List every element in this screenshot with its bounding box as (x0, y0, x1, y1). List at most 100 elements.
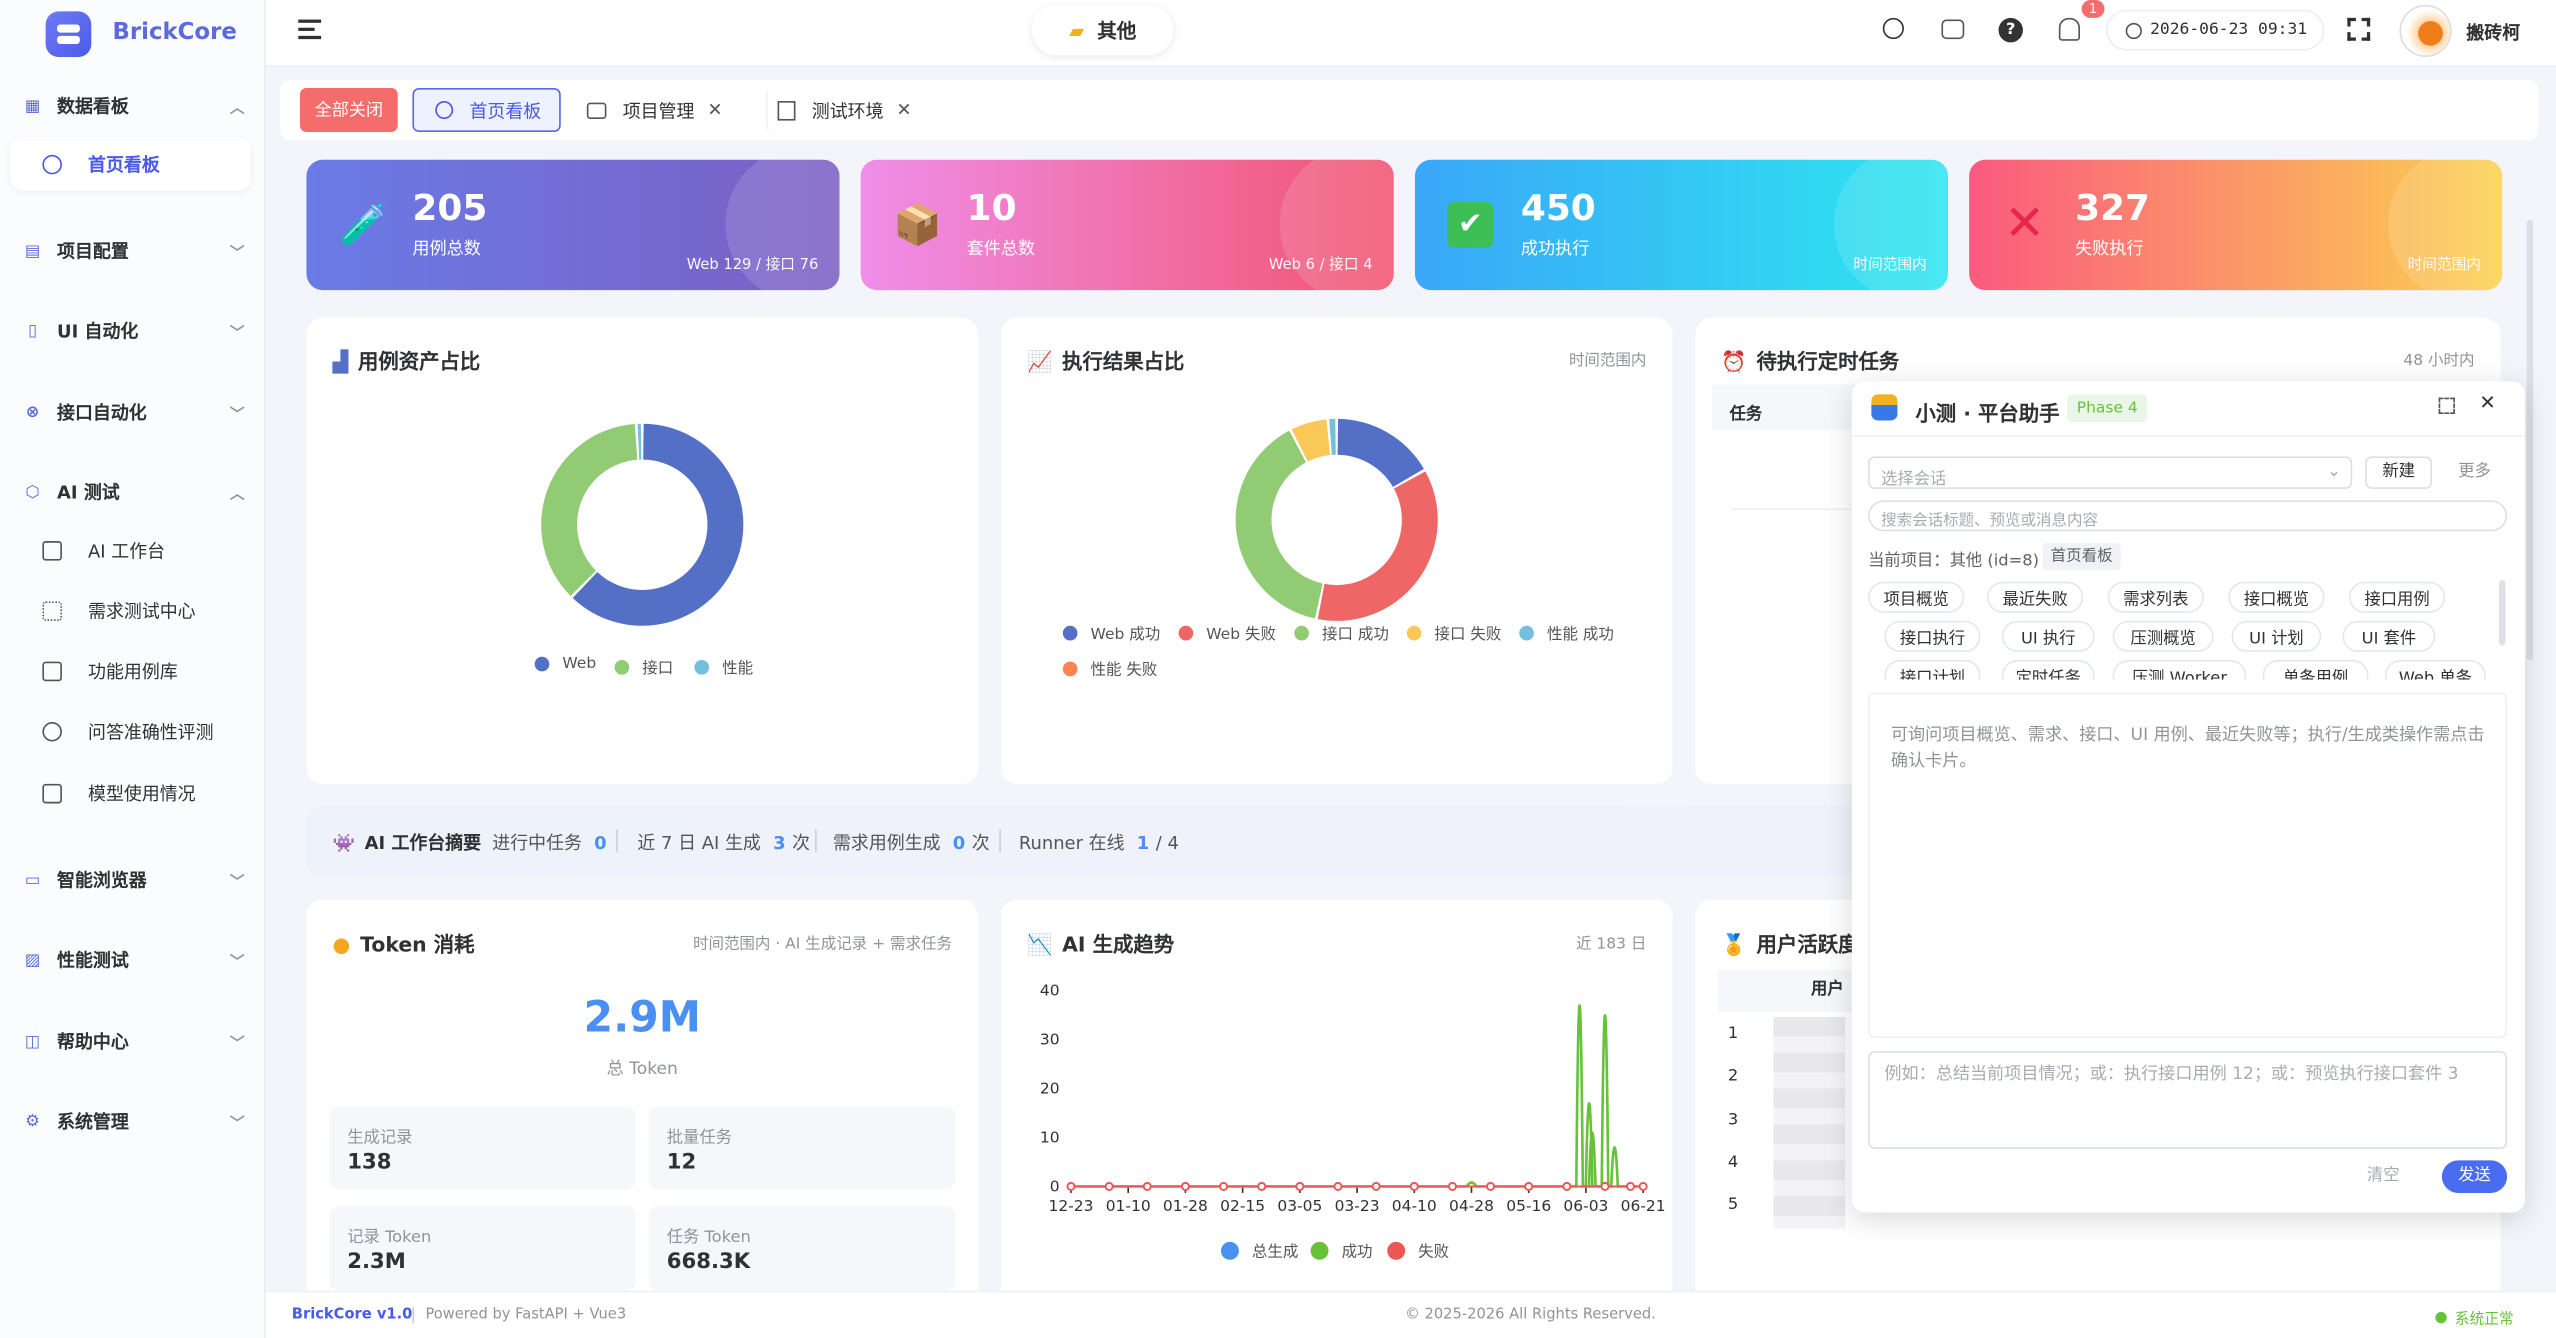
user-name[interactable]: 搬砖柯 (2466, 20, 2520, 46)
help-icon[interactable]: ? (1998, 17, 2023, 43)
legend-item[interactable]: Web (534, 655, 596, 673)
legend-item[interactable]: 性能 成功 (1519, 621, 1614, 644)
legend-item[interactable]: 接口 失败 (1406, 621, 1501, 644)
quick-chip[interactable]: 压测 Worker (2112, 660, 2247, 680)
data-point[interactable] (1180, 1181, 1190, 1191)
chevron-down-icon: ﹀ (229, 325, 245, 342)
ai-chip-icon: ⬡ (25, 483, 40, 502)
bell-icon[interactable] (2058, 17, 2081, 41)
nav-group-performance[interactable]: ▨ 性能测试 ﹀ (23, 944, 251, 977)
data-point[interactable] (1066, 1181, 1076, 1191)
stat-card-success[interactable]: ✔ 450 成功执行 时间范围内 (1414, 159, 1948, 291)
quick-chip[interactable]: UI 执行 (2001, 620, 2095, 652)
quick-chip[interactable]: 需求列表 (2107, 581, 2204, 613)
legend-item[interactable]: 接口 成功 (1294, 621, 1389, 644)
quick-chip[interactable]: 接口用例 (2348, 581, 2446, 613)
message-input[interactable]: 例如：总结当前项目情况；或：执行接口用例 12；或：预览执行接口套件 3 (1868, 1051, 2508, 1149)
expand-icon[interactable] (2438, 397, 2455, 414)
close-icon[interactable]: ✕ (707, 99, 722, 120)
quick-chip[interactable]: 接口计划 (1884, 660, 1981, 680)
data-point[interactable] (1562, 1181, 1572, 1191)
data-point[interactable] (1600, 1181, 1610, 1191)
donut-slice[interactable] (1329, 418, 1336, 455)
legend-item[interactable]: 成功 (1310, 1239, 1373, 1261)
close-icon[interactable]: ✕ (897, 99, 912, 120)
send-button[interactable]: 发送 (2441, 1160, 2508, 1193)
search-icon[interactable] (1882, 17, 1904, 40)
stat-card-suites[interactable]: 📦 10 套件总数 Web 6 / 接口 4 (860, 159, 1394, 291)
quick-chip[interactable]: UI 套件 (2342, 620, 2436, 652)
menu-toggle-icon[interactable] (298, 19, 322, 40)
legend-item[interactable]: 性能 失败 (1062, 657, 1157, 680)
data-point[interactable] (1485, 1181, 1496, 1191)
stat-card-cases[interactable]: 🧪 205 用例总数 Web 129 / 接口 76 (306, 159, 840, 291)
legend-item[interactable]: 性能 (694, 655, 753, 678)
nav-group-dashboard[interactable]: ▦ 数据看板 ︿ (23, 90, 251, 123)
legend-item[interactable]: Web 失败 (1178, 621, 1276, 644)
legend-item[interactable]: 失败 (1387, 1239, 1449, 1261)
page-scrollbar[interactable] (2526, 220, 2534, 661)
data-point[interactable] (1333, 1181, 1343, 1191)
quick-chip[interactable]: 接口执行 (1884, 620, 1981, 652)
stat-card-failed[interactable]: ✕ 327 失败执行 时间范围内 (1969, 159, 2503, 291)
nav-item-home-dashboard-label[interactable]: 首页看板 (42, 148, 254, 181)
tab-home-dashboard[interactable]: 首页看板 (412, 88, 561, 133)
donut-slice[interactable] (541, 424, 638, 597)
series-line-1[interactable] (1070, 1004, 1644, 1188)
quick-chip[interactable]: UI 计划 (2231, 620, 2322, 652)
avatar[interactable] (2399, 4, 2452, 58)
tab-project-manage[interactable]: 项目管理 ✕ (584, 88, 747, 132)
x-tick-label: 01-28 (1163, 1197, 1208, 1215)
data-point[interactable] (1371, 1181, 1381, 1191)
new-session-button[interactable]: 新建 (2365, 456, 2433, 489)
data-point[interactable] (1295, 1181, 1305, 1191)
project-switcher[interactable]: ▰ 其他 (1031, 4, 1174, 56)
quick-chip[interactable]: 定时任务 (2001, 660, 2095, 680)
legend-item[interactable]: Web 成功 (1062, 621, 1160, 644)
data-point[interactable] (1409, 1181, 1419, 1191)
donut-slice[interactable] (1317, 471, 1438, 621)
data-point[interactable] (1142, 1181, 1152, 1191)
fullscreen-icon[interactable] (2347, 17, 2371, 41)
data-point[interactable] (1625, 1181, 1635, 1191)
legend-item[interactable]: 总生成 (1220, 1239, 1298, 1261)
quick-chip[interactable]: 最近失败 (1987, 581, 2084, 613)
data-point[interactable] (1524, 1181, 1534, 1191)
session-search-input[interactable]: 搜索会话标题、预览或消息内容 (1868, 500, 2508, 532)
tab-test-env[interactable]: 测试环境 ✕ (766, 88, 929, 133)
chips-scrollbar[interactable] (2498, 580, 2506, 646)
nav-group-browser[interactable]: ▭ 智能浏览器 ﹀ (23, 864, 251, 897)
series-line-0[interactable] (1070, 1102, 1644, 1188)
nav-group-project[interactable]: ▤ 项目配置 ﹀ (23, 235, 251, 268)
session-select[interactable]: 选择会话 ⌄ (1868, 456, 2353, 489)
clear-button[interactable]: 清空 (2349, 1162, 2417, 1191)
nav-group-help[interactable]: ◫ 帮助中心 ﹀ (23, 1025, 251, 1058)
nav-item-case-library[interactable]: 功能用例库 (42, 655, 254, 688)
data-point[interactable] (1447, 1181, 1457, 1191)
data-point[interactable] (1257, 1181, 1267, 1191)
quick-chip[interactable]: 项目概览 (1868, 581, 1965, 613)
nav-item-qa-eval[interactable]: 问答准确性评测 (42, 715, 254, 748)
nav-item-requirement-center[interactable]: 需求测试中心 (42, 595, 254, 628)
nav-item-ai-workbench[interactable]: AI 工作台 (42, 535, 254, 568)
quick-chip[interactable]: 接口概览 (2228, 581, 2325, 613)
robot-icon[interactable] (1941, 19, 1965, 40)
nav-group-system[interactable]: ⚙ 系统管理 ﹀ (23, 1105, 251, 1138)
x-tick-label: 05-16 (1506, 1197, 1551, 1215)
nav-group-ui-auto[interactable]: ▯ UI 自动化 ﹀ (23, 315, 251, 348)
donut-slice[interactable] (1337, 418, 1424, 487)
donut-slice[interactable] (637, 423, 642, 460)
quick-chip[interactable]: 单条用例 (2262, 660, 2369, 680)
nav-group-api-auto[interactable]: ⊗ 接口自动化 ﹀ (23, 396, 251, 429)
quick-chip[interactable]: Web 单条 (2384, 660, 2486, 680)
data-point[interactable] (1104, 1181, 1114, 1191)
close-icon[interactable]: ✕ (2479, 391, 2495, 414)
nav-item-model-usage[interactable]: 模型使用情况 (42, 777, 254, 810)
more-button[interactable]: 更多 (2442, 456, 2507, 489)
nav-group-ai-test[interactable]: ⬡ AI 测试 ︿ (23, 476, 251, 509)
legend-item[interactable]: 接口 (614, 655, 673, 678)
close-all-button[interactable]: 全部关闭 (299, 88, 398, 133)
data-point[interactable] (1638, 1181, 1648, 1191)
data-point[interactable] (1218, 1181, 1229, 1191)
quick-chip[interactable]: 压测概览 (2112, 620, 2214, 652)
